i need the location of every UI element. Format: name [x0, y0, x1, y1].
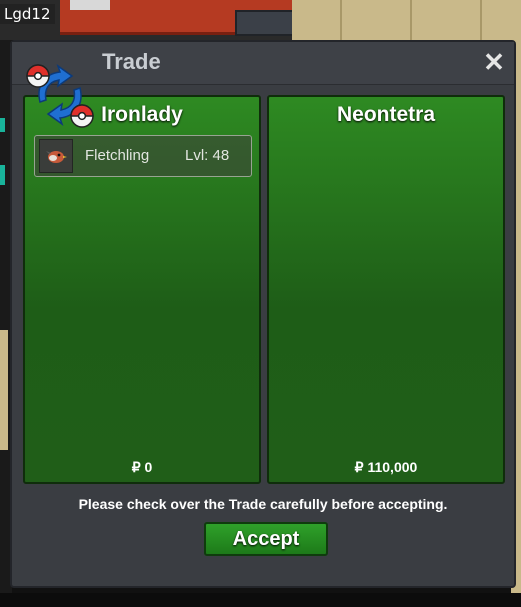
money-offer-left: ₽ 0 [131, 459, 153, 475]
trader-name-right: Neontetra [336, 103, 436, 126]
background-sand-wall [292, 0, 521, 40]
offer-panel-right: Neontetra ₽ 110,000 [267, 95, 505, 484]
background-left-sand [0, 330, 8, 450]
trade-notice: Please check over the Trade carefully be… [78, 496, 448, 512]
fletchling-icon [39, 139, 73, 173]
trade-window: Trade ✕ Ironlady Fletchling Lvl: 48 ₽ 0 … [10, 40, 516, 588]
background-teal-marker [0, 165, 5, 185]
background-bottom-strip [0, 593, 521, 607]
player-name-tag: Lgd12 [0, 4, 55, 24]
item-level: Lvl: 48 [185, 147, 230, 164]
offer-panel-left: Ironlady Fletchling Lvl: 48 ₽ 0 [23, 95, 261, 484]
background-panel [235, 10, 294, 36]
trade-title: Trade [102, 49, 161, 74]
close-button[interactable]: ✕ [480, 48, 508, 76]
money-offer-right: ₽ 110,000 [354, 459, 418, 475]
background-teal-marker [0, 118, 5, 132]
item-name: Fletchling [85, 147, 150, 164]
background-window [70, 0, 110, 10]
trade-item[interactable]: Fletchling Lvl: 48 [34, 135, 252, 177]
accept-button[interactable]: Accept [204, 522, 328, 556]
background-sand-seam [410, 0, 412, 40]
background-sand-seam [480, 0, 482, 40]
trade-exchange-icon [26, 64, 94, 128]
background-sand-seam [340, 0, 342, 40]
